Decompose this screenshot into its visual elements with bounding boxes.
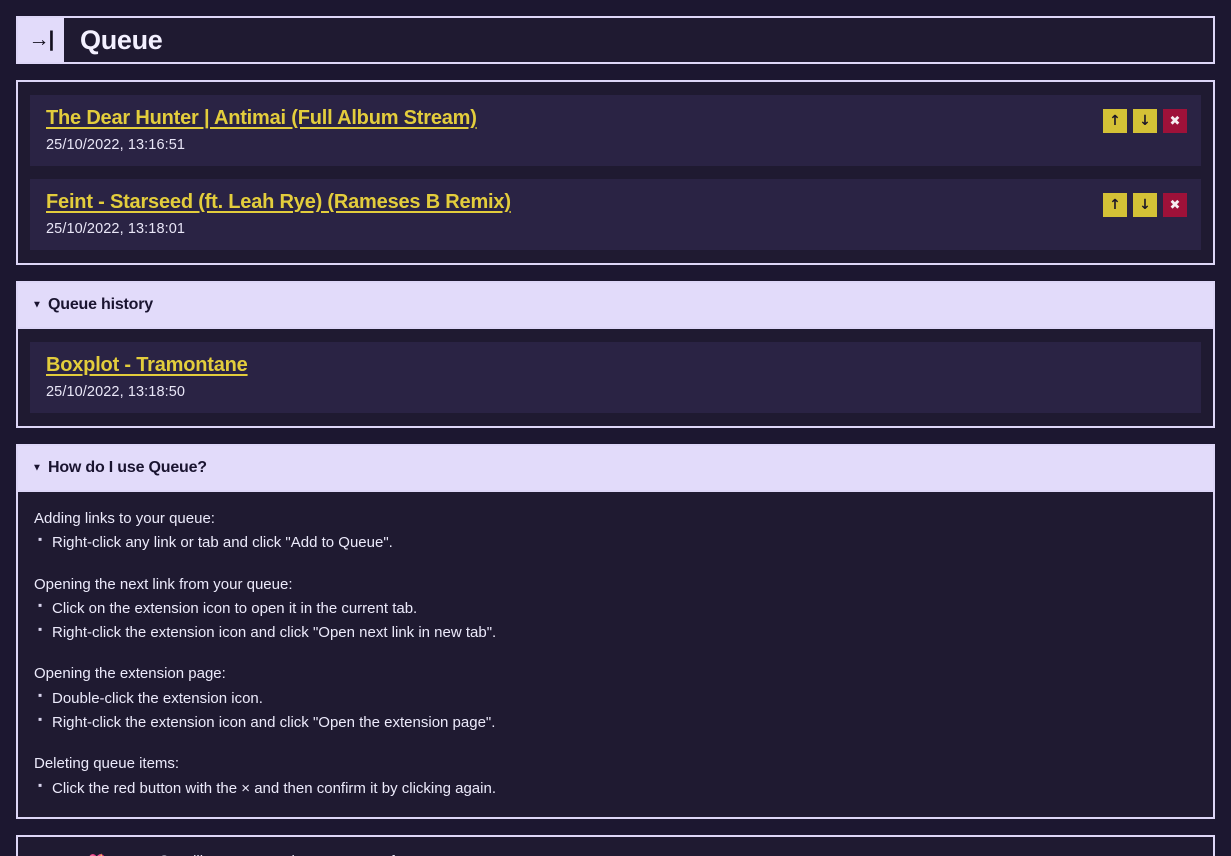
arrow-to-line-icon: →| (18, 18, 64, 62)
help-group-list: Click the red button with the × and then… (34, 777, 1197, 799)
history-item-timestamp: 25/10/2022, 13:18:50 (46, 384, 186, 400)
help-group: Opening the next link from your queue: C… (34, 574, 1197, 644)
queue-history-toggle[interactable]: ▼ Queue history (18, 283, 1213, 327)
queue-item-link[interactable]: The Dear Hunter | Antimai (Full Album St… (46, 107, 477, 130)
queue-item-actions: ↑ ↓ ✖ (1103, 107, 1187, 133)
help-group-list: Double-click the extension icon. Right-c… (34, 687, 1197, 734)
help-group: Opening the extension page: Double-click… (34, 663, 1197, 733)
queue-item-actions: ↑ ↓ ✖ (1103, 191, 1187, 217)
chevron-down-icon: ▼ (32, 462, 42, 474)
help-group-heading: Adding links to your queue: (34, 510, 215, 527)
queue-item-content: The Dear Hunter | Antimai (Full Album St… (46, 107, 477, 153)
queue-item-timestamp: 25/10/2022, 13:18:01 (46, 221, 186, 237)
queue-history-body: Boxplot - Tramontane 25/10/2022, 13:18:5… (16, 329, 1215, 428)
page-header: →| Queue (16, 16, 1215, 64)
move-up-icon[interactable]: ↑ (1103, 109, 1127, 133)
move-up-icon[interactable]: ↑ (1103, 193, 1127, 217)
help-group-list: Right-click any link or tab and click "A… (34, 531, 1197, 553)
queue-item: Feint - Starseed (ft. Leah Rye) (Rameses… (30, 179, 1201, 250)
help-body: Adding links to your queue: Right-click … (16, 492, 1215, 819)
help-group-heading: Opening the extension page: (34, 665, 226, 683)
queue-history-section: ▼ Queue history Boxplot - Tramontane 25/… (16, 281, 1215, 428)
history-item-link[interactable]: Boxplot - Tramontane (46, 354, 248, 377)
move-down-icon[interactable]: ↓ (1133, 109, 1157, 133)
move-down-icon[interactable]: ↓ (1133, 193, 1157, 217)
help-list-item: Click the red button with the × and then… (34, 777, 1197, 799)
queue-history-header-panel: ▼ Queue history (16, 281, 1215, 329)
chevron-down-icon: ▼ (32, 299, 42, 311)
delete-icon[interactable]: ✖ (1163, 109, 1187, 133)
help-list-item: Right-click any link or tab and click "A… (34, 531, 1197, 553)
queue-list: The Dear Hunter | Antimai (Full Album St… (16, 80, 1215, 265)
help-section: ▼ How do I use Queue? Adding links to yo… (16, 444, 1215, 819)
queue-history-label: Queue history (48, 296, 153, 313)
help-list-item: Click on the extension icon to open it i… (34, 597, 1197, 619)
help-group: Deleting queue items: Click the red butt… (34, 753, 1197, 799)
queue-item-link[interactable]: Feint - Starseed (ft. Leah Rye) (Rameses… (46, 191, 511, 214)
help-list-item: Double-click the extension icon. (34, 687, 1197, 709)
delete-icon[interactable]: ✖ (1163, 193, 1187, 217)
help-group-heading: Deleting queue items: (34, 755, 180, 773)
queue-extension-page: →| Queue The Dear Hunter | Antimai (Full… (0, 0, 1231, 856)
help-header-panel: ▼ How do I use Queue? (16, 444, 1215, 492)
help-label: How do I use Queue? (48, 459, 207, 476)
help-toggle[interactable]: ▼ How do I use Queue? (18, 446, 1213, 490)
history-item: Boxplot - Tramontane 25/10/2022, 13:18:5… (30, 342, 1201, 413)
help-group-heading: Opening the next link from your queue: (34, 575, 293, 593)
queue-item-timestamp: 25/10/2022, 13:16:51 (46, 137, 186, 153)
help-list-item: Right-click the extension icon and click… (34, 711, 1197, 733)
help-list-item: Right-click the extension icon and click… (34, 621, 1197, 643)
help-group-list: Click on the extension icon to open it i… (34, 597, 1197, 644)
page-title: Queue (80, 24, 163, 55)
queue-item: The Dear Hunter | Antimai (Full Album St… (30, 95, 1201, 166)
page-footer: Donate 💖 v0.3.0 © Holllo — Free and open… (16, 834, 1215, 856)
queue-item-content: Feint - Starseed (ft. Leah Rye) (Rameses… (46, 191, 511, 237)
help-group: Adding links to your queue: Right-click … (34, 508, 1197, 554)
